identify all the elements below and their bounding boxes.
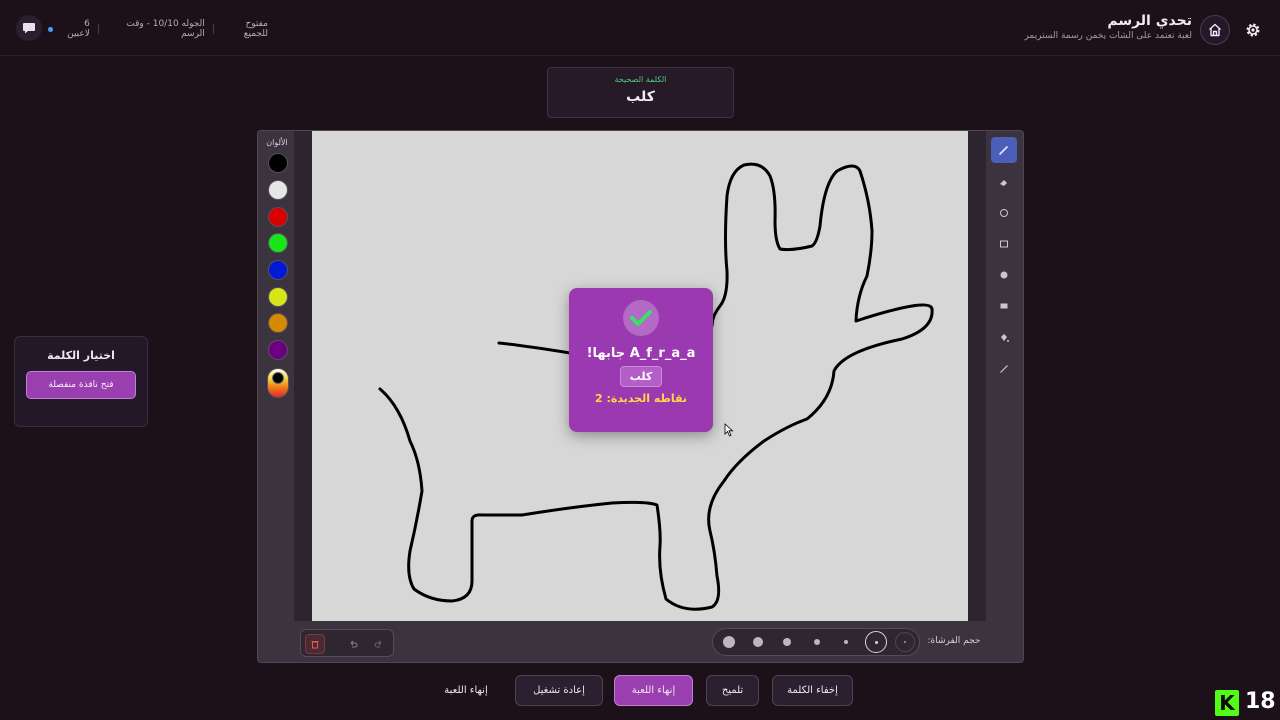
tool-fill-bucket[interactable] [991,325,1017,351]
hint-button[interactable]: تلميح [706,675,759,706]
home-icon [1209,23,1221,37]
home-button[interactable] [1200,15,1230,45]
tool-pencil[interactable] [991,137,1017,163]
viewer-count: 18 [1245,689,1276,714]
tool-rectangle-fill[interactable] [991,293,1017,319]
brush-size-selector [712,628,920,656]
brush-size-option-selected[interactable] [865,631,887,653]
canvas-margin [294,131,312,621]
mode-label: مفتوح للجميع [243,19,269,39]
game-status: مفتوح للجميع الجوله 10/10 - وقت الرسم 6 … [48,19,269,39]
color-swatch-purple[interactable] [268,340,288,360]
eraser-icon [1000,180,1007,186]
divider [97,24,99,34]
checkmark-icon [630,310,652,326]
current-color-dot [272,372,284,384]
tool-rectangle-outline[interactable] [991,231,1017,257]
color-swatch-black[interactable] [268,153,288,173]
fill-bucket-icon [1001,334,1009,342]
tool-sidebar [989,133,1019,383]
history-controls [300,629,394,657]
correct-word-value: كلب [626,89,655,105]
guessed-word: كلب [619,366,663,387]
round-label: الجوله 10/10 - وقت الرسم [126,19,205,39]
canvas-margin [968,131,986,621]
brush-size-option[interactable] [814,639,820,645]
color-swatch-red[interactable] [268,207,288,227]
word-picker-widget: اختيار الكلمة فتح نافذة منفصلة [14,336,148,427]
tool-circle-outline[interactable] [991,200,1017,226]
brush-size-option[interactable] [783,638,791,646]
winner-text: A_f_r_a_a جابها! [586,346,696,361]
line-icon [1000,365,1008,373]
chat-button[interactable] [16,15,42,41]
open-window-button[interactable]: فتح نافذة منفصلة [26,371,136,399]
tool-circle-fill[interactable] [991,262,1017,288]
page-subtitle: لعبة تعتمد على الشات يخمن رسمة الستريمر [1024,31,1192,41]
tool-eraser[interactable] [991,169,1017,195]
color-swatch-orange[interactable] [268,313,288,333]
circle-fill-icon [1000,271,1008,279]
settings-button[interactable] [1238,15,1268,45]
players-count: 6 لاعبين [67,19,90,39]
color-palette: الألوان [260,132,294,620]
correct-word-box: الكلمة الصحيحة كلب [547,67,734,118]
undo-icon [350,640,358,648]
hide-word-button[interactable]: إخفاء الكلمة [772,675,853,706]
color-swatch-yellow[interactable] [268,287,288,307]
undo-button[interactable] [343,634,363,654]
brush-size-option[interactable] [753,637,763,647]
color-swatch-green[interactable] [268,233,288,253]
color-swatch-white[interactable] [268,180,288,200]
restart-button[interactable]: إعادة تشغيل [515,675,603,706]
page-title: تحدي الرسم [1107,13,1192,29]
divider [212,24,214,34]
online-dot-icon [48,26,53,32]
circle-outline-icon [1000,209,1008,217]
chat-icon [23,23,35,34]
rectangle-fill-icon [1000,303,1008,309]
correct-word-label: الكلمة الصحيحة [614,75,667,84]
top-bar: مفتوح للجميع الجوله 10/10 - وقت الرسم 6 … [0,0,1280,56]
redo-icon [374,640,382,648]
pencil-icon [999,146,1008,155]
new-points: نقاطه الجديدة: 2 [594,392,688,405]
brush-dot [874,640,878,644]
color-swatch-blue[interactable] [268,260,288,280]
brush-size-label: حجم الفرشاة: [927,636,981,646]
word-picker-title: اختيار الكلمة [47,349,115,362]
tool-line[interactable] [991,356,1017,382]
gear-icon [1246,23,1260,37]
trash-icon [311,641,319,649]
custom-color-picker[interactable] [267,368,289,398]
correct-guess-popup: A_f_r_a_a جابها! كلب نقاطه الجديدة: 2 [569,288,713,432]
brush-size-option[interactable] [723,636,735,648]
palette-label: الألوان [266,138,288,147]
brush-dot [904,641,906,643]
title-block: تحدي الرسم لعبة تعتمد على الشات يخمن رسم… [1024,13,1192,41]
rectangle-outline-icon [1000,240,1008,248]
clear-button[interactable] [305,634,325,654]
kick-logo: K [1215,690,1239,716]
checkmark-badge [623,300,659,336]
redo-button[interactable] [369,634,389,654]
end-game-link[interactable]: إنهاء اللعبة [433,675,499,706]
brush-size-option[interactable] [895,632,915,652]
end-game-button[interactable]: إنهاء اللعبة [614,675,693,706]
mouse-cursor-icon [724,423,734,437]
brush-size-option[interactable] [844,640,848,644]
